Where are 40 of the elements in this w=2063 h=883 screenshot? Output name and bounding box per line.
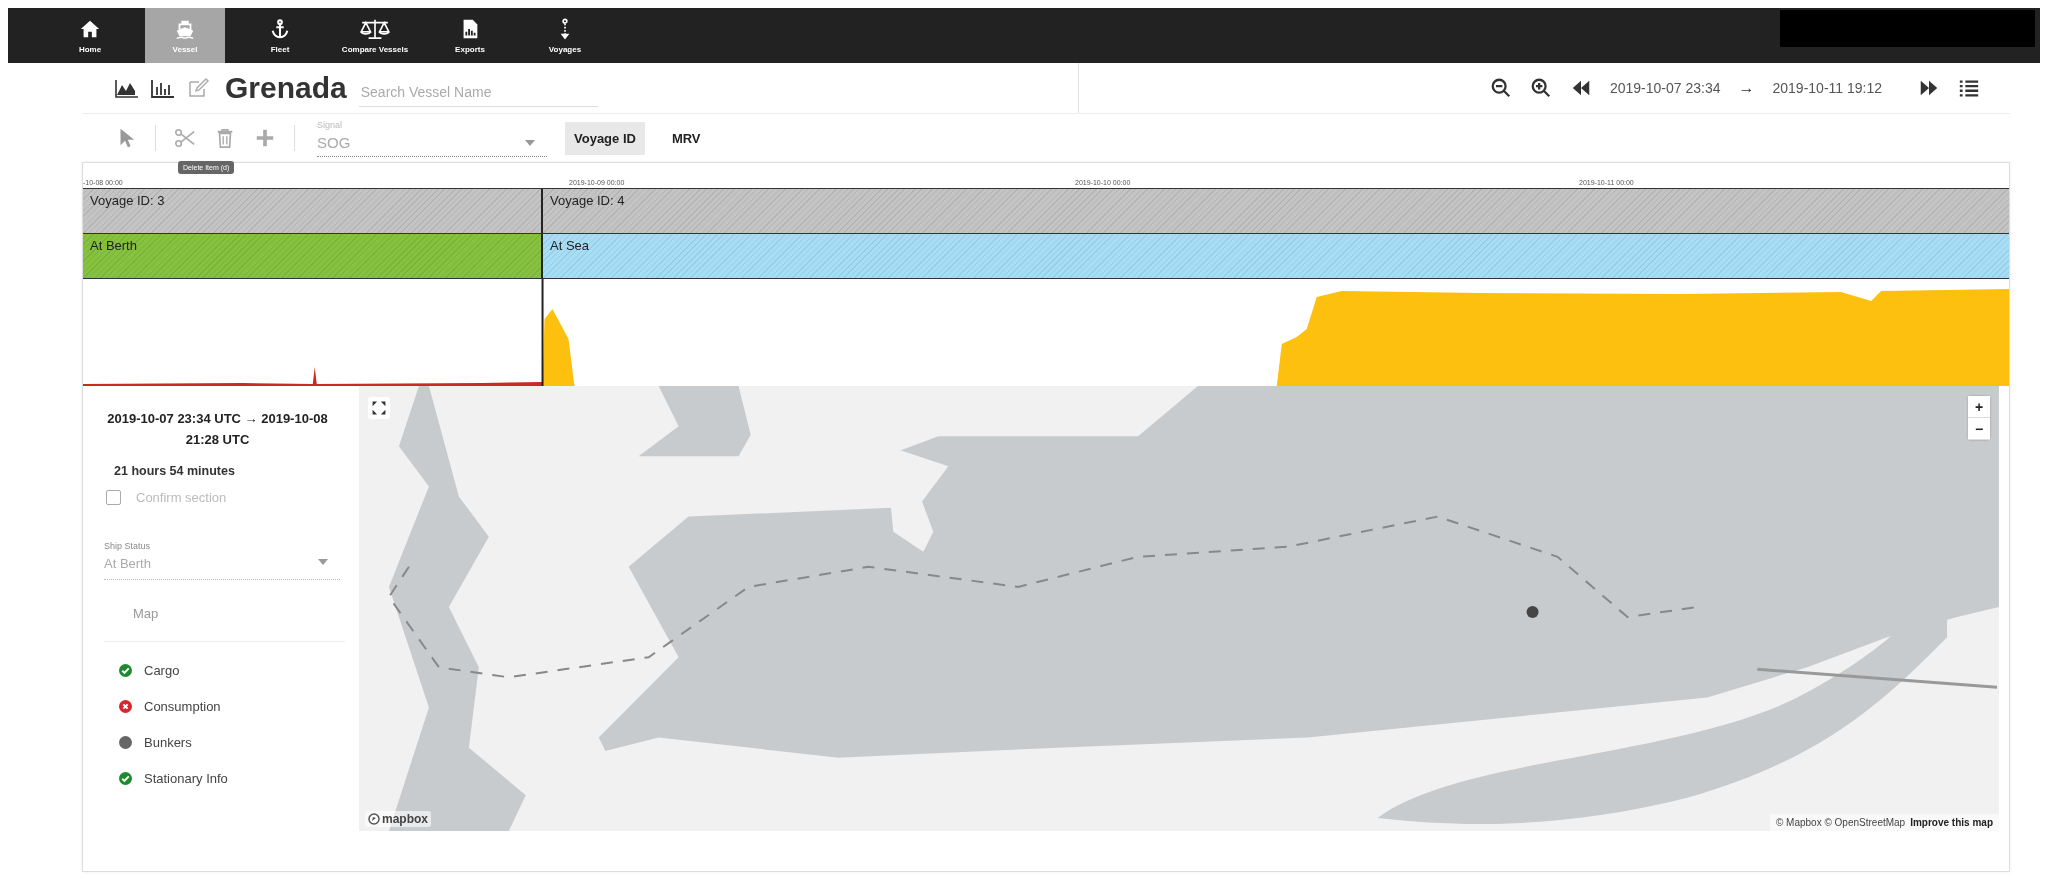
status-segment[interactable]: At Berth	[83, 234, 543, 278]
nav-item[interactable]: Exports	[430, 8, 510, 63]
checklist-item[interactable]: Consumption	[144, 698, 221, 714]
checklist-item[interactable]: Stationary Info	[144, 770, 228, 786]
map-zoom-in-button[interactable]: +	[1968, 396, 1990, 418]
list-icon[interactable]	[1958, 77, 1980, 99]
map-heading: Map	[104, 580, 345, 642]
section-duration: 21 hours 54 minutes	[114, 464, 236, 478]
vessel-title: Grenada	[225, 71, 347, 105]
range-end-date: 2019-10-11 19:12	[1772, 80, 1882, 96]
scales-icon	[358, 17, 392, 40]
caret-icon	[525, 139, 535, 146]
improve-map-link[interactable]: Improve this map	[1910, 817, 1993, 828]
confirm-label: Confirm section	[136, 490, 227, 505]
bar-chart-icon[interactable]	[151, 78, 175, 98]
section-range: 2019-10-07 23:34 UTC → 2019-10-08 21:28 UTC	[106, 410, 329, 449]
range-arrow: →	[1738, 79, 1755, 97]
nav-item[interactable]: Fleet	[240, 8, 320, 63]
fullscreen-icon[interactable]	[368, 397, 390, 419]
zoom-in-icon[interactable]	[1529, 77, 1552, 99]
zoom-out-icon[interactable]	[1489, 77, 1512, 99]
ship-status-select[interactable]: Ship Status At Berth	[104, 539, 340, 580]
map-zoom-out-button[interactable]: −	[1968, 418, 1990, 440]
anchor-icon	[269, 17, 291, 40]
segment-tab[interactable]: Voyage ID	[565, 121, 645, 155]
area-chart-icon[interactable]	[115, 78, 139, 98]
confirm-checkbox[interactable]	[106, 490, 121, 505]
nav-item[interactable]: Voyages	[525, 8, 605, 63]
mapbox-logo: mapbox	[365, 811, 431, 827]
nav-item[interactable]: Compare Vessels	[335, 8, 415, 63]
voyage-segment[interactable]: Voyage ID: 3	[83, 189, 543, 233]
status-segment[interactable]: At Sea	[543, 234, 2009, 278]
range-start-date: 2019-10-07 23:34	[1609, 80, 1721, 96]
voyage-segment[interactable]: Voyage ID: 4	[543, 189, 2009, 233]
nav-item[interactable]: Home	[50, 8, 130, 63]
caret-icon	[318, 559, 328, 565]
checklist-item[interactable]: Bunkers	[144, 734, 192, 750]
checklist-item[interactable]: Cargo	[144, 662, 180, 678]
map-attribution: © Mapbox © OpenStreetMap	[1775, 817, 1906, 828]
segment-tab[interactable]: MRV	[662, 121, 710, 155]
